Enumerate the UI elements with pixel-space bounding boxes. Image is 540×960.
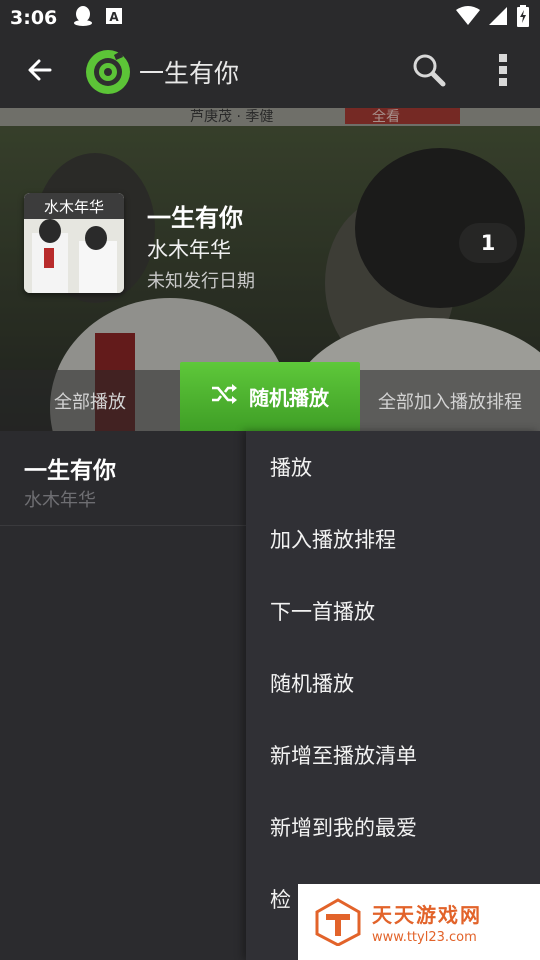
search-button[interactable] [392, 36, 466, 108]
app-bar: 一生有你 [0, 36, 540, 108]
status-time: 3:06 [10, 7, 58, 29]
status-bar: 3:06 A [0, 0, 540, 36]
release-date: 未知发行日期 [147, 271, 255, 292]
back-button[interactable] [0, 36, 80, 108]
add-all-to-queue-button[interactable]: 全部加入播放排程 [360, 370, 540, 431]
font-a-icon: A [105, 7, 123, 29]
search-icon [412, 53, 446, 91]
watermark-url: www.ttyl23.com [372, 930, 477, 945]
menu-item-play[interactable]: 播放 [246, 431, 540, 503]
song-title: 一生有你 [24, 458, 116, 484]
play-all-button[interactable]: 全部播放 [0, 370, 180, 431]
album-cover-text: 水木年华 [44, 198, 104, 216]
album-cover[interactable]: 水木年华 [24, 193, 124, 293]
playback-buttons: 全部播放 随机播放 全部加入播放排程 [0, 362, 540, 431]
menu-item-add-to-queue[interactable]: 加入播放排程 [246, 503, 540, 575]
overflow-menu-button[interactable] [466, 36, 540, 108]
add-all-to-queue-label: 全部加入播放排程 [378, 391, 522, 413]
album-header: 芦庚茂 · 季健 全看 水木年华 一生有你 水木年华 未知发行日期 1 全部播放… [0, 108, 540, 431]
more-vert-icon [498, 53, 508, 91]
shuffle-play-button[interactable]: 随机播放 [180, 362, 360, 431]
list-item[interactable]: 一生有你 水木年华 [0, 431, 246, 526]
wifi-icon [456, 6, 480, 30]
app-bar-actions [392, 36, 540, 108]
menu-item-shuffle-play[interactable]: 随机播放 [246, 647, 540, 719]
album-artist[interactable]: 水木年华 [147, 234, 231, 264]
svg-text:A: A [110, 10, 120, 24]
song-artist: 水木年华 [24, 490, 96, 511]
album-title: 一生有你 [147, 204, 243, 232]
battery-charging-icon [516, 5, 530, 31]
page-title: 一生有你 [139, 59, 240, 88]
music-disc-logo-icon [85, 49, 131, 95]
watermark-logo-icon [314, 898, 362, 947]
shuffle-play-label: 随机播放 [249, 386, 329, 410]
site-watermark: 天天游戏网 www.ttyl23.com [298, 884, 540, 960]
qq-penguin-icon [73, 5, 93, 31]
menu-item-play-next[interactable]: 下一首播放 [246, 575, 540, 647]
song-context-menu: 播放 加入播放排程 下一首播放 随机播放 新增至播放清单 新增到我的最爱 检 [246, 431, 540, 960]
shuffle-icon [211, 384, 237, 409]
play-all-label: 全部播放 [54, 391, 126, 413]
track-count-badge: 1 [459, 223, 517, 263]
status-system-icons [456, 5, 530, 31]
arrow-left-icon [26, 56, 54, 88]
status-notification-icons: A [73, 5, 123, 31]
watermark-title: 天天游戏网 [372, 903, 482, 927]
app-root: 3:06 A 一生有你 芦庚茂 · 季健 全看 水木年华 一生有你 水木年华 未… [0, 0, 540, 960]
menu-item-add-to-playlist[interactable]: 新增至播放清单 [246, 719, 540, 791]
signal-icon [488, 6, 508, 30]
watermark-text: 天天游戏网 www.ttyl23.com [372, 899, 482, 945]
menu-item-add-to-favorites[interactable]: 新增到我的最爱 [246, 791, 540, 863]
